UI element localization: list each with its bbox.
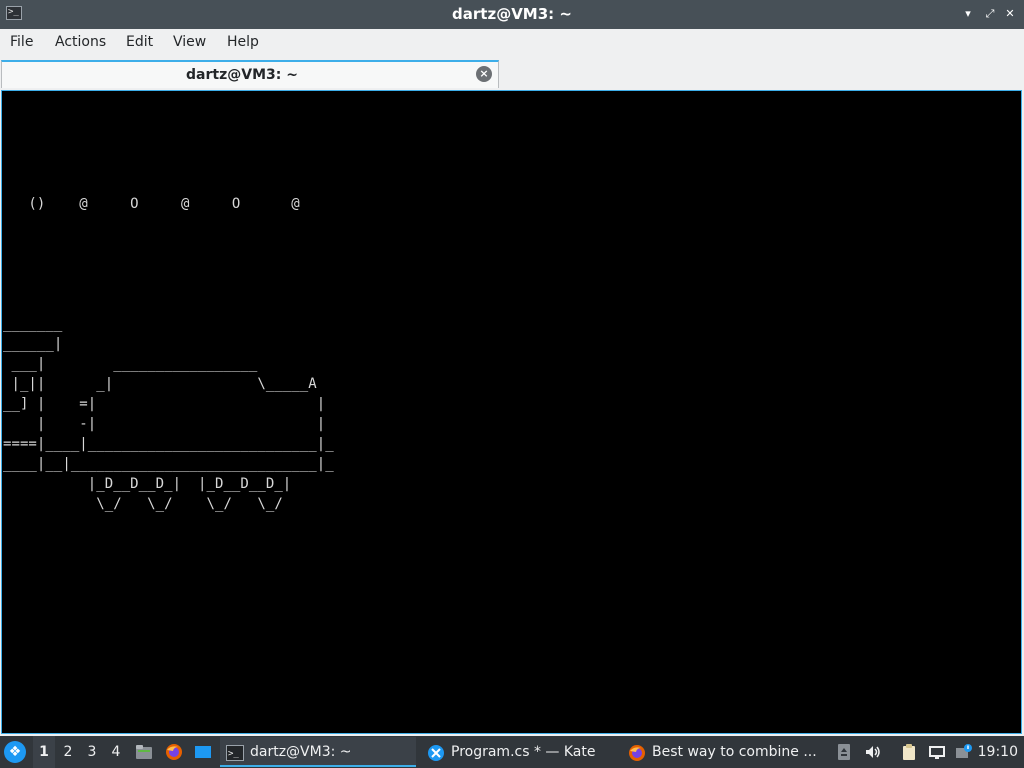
minimize-icon[interactable]: ▾ bbox=[960, 6, 976, 22]
menu-bar: File Actions Edit View Help bbox=[0, 29, 1024, 57]
restore-icon[interactable]: ⤢ bbox=[982, 6, 998, 22]
task-firefox-label: Best way to combine ... bbox=[652, 744, 817, 760]
desktop-1[interactable]: 1 bbox=[33, 736, 55, 768]
close-icon[interactable]: ✕ bbox=[1002, 6, 1018, 22]
terminal-icon: >_ bbox=[226, 743, 244, 761]
taskbar: ❖ 1 2 3 4 >_ dartz@VM3: ~ Program.cs * —… bbox=[0, 736, 1024, 768]
updates-icon[interactable] bbox=[955, 743, 973, 761]
desktop-4[interactable]: 4 bbox=[105, 736, 127, 768]
removable-media-icon[interactable] bbox=[835, 743, 853, 761]
show-desktop-icon[interactable] bbox=[194, 743, 212, 761]
svg-text:>_: >_ bbox=[228, 749, 239, 759]
terminal-view[interactable]: () @ O @ O @ _______ ______| ___| ______… bbox=[1, 90, 1022, 734]
file-manager-icon[interactable] bbox=[135, 743, 153, 761]
firefox-icon[interactable] bbox=[165, 743, 183, 761]
konsole-window: >_ dartz@VM3: ~ ▾ ⤢ ✕ File Actions Edit … bbox=[0, 0, 1024, 736]
firefox-icon bbox=[628, 743, 646, 761]
clock[interactable]: 19:10 bbox=[978, 736, 1018, 768]
tab-label: dartz@VM3: ~ bbox=[186, 67, 298, 83]
title-bar[interactable]: >_ dartz@VM3: ~ ▾ ⤢ ✕ bbox=[0, 0, 1024, 29]
task-terminal-label: dartz@VM3: ~ bbox=[250, 744, 352, 760]
task-terminal[interactable]: >_ dartz@VM3: ~ bbox=[220, 737, 416, 767]
terminal-output: () @ O @ O @ _______ ______| ___| ______… bbox=[3, 196, 334, 512]
tab-bar: dartz@VM3: ~ × bbox=[0, 57, 1024, 90]
menu-file[interactable]: File bbox=[10, 34, 33, 50]
close-circle-icon[interactable]: × bbox=[476, 66, 492, 82]
desktop-3[interactable]: 3 bbox=[81, 736, 103, 768]
tab-terminal[interactable]: dartz@VM3: ~ × bbox=[1, 60, 499, 88]
desktop-2[interactable]: 2 bbox=[57, 736, 79, 768]
window-title: dartz@VM3: ~ bbox=[452, 5, 572, 23]
kate-icon bbox=[427, 743, 445, 761]
task-kate-label: Program.cs * — Kate bbox=[451, 744, 596, 760]
menu-help[interactable]: Help bbox=[227, 34, 259, 50]
application-launcher-icon[interactable]: ❖ bbox=[4, 741, 26, 763]
menu-edit[interactable]: Edit bbox=[126, 34, 153, 50]
task-firefox[interactable]: Best way to combine ... bbox=[622, 737, 818, 767]
network-icon[interactable] bbox=[928, 743, 946, 761]
menu-view[interactable]: View bbox=[173, 34, 206, 50]
task-kate[interactable]: Program.cs * — Kate bbox=[421, 737, 617, 767]
clipboard-icon[interactable] bbox=[900, 743, 918, 761]
menu-actions[interactable]: Actions bbox=[55, 34, 106, 50]
volume-icon[interactable] bbox=[864, 743, 882, 761]
